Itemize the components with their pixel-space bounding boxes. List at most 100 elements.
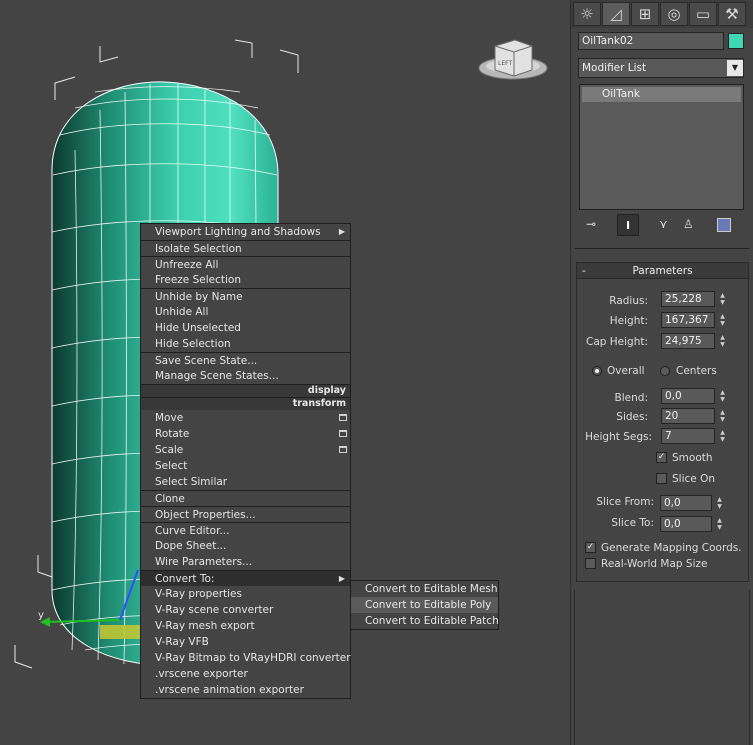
menu-item-freeze-selection[interactable]: Freeze Selection (141, 272, 350, 288)
smooth-checkbox[interactable]: ✓ (656, 452, 667, 463)
radius-input[interactable]: 25,228 (661, 291, 715, 307)
height-label: Height: (609, 315, 648, 327)
rollout-header[interactable]: - Parameters (577, 263, 748, 279)
overall-label: Overall (607, 365, 645, 377)
slice-on-checkbox[interactable] (656, 473, 667, 484)
menu-item-curve-editor[interactable]: Curve Editor... (141, 522, 350, 538)
make-unique-icon[interactable]: ⋎ (659, 217, 668, 231)
menu-item-hide-unselected[interactable]: Hide Unselected (141, 320, 350, 336)
blend-spinner[interactable]: ▲ ▼ (718, 389, 727, 403)
menu-item-scale[interactable]: Scale (141, 442, 350, 458)
menu-item-hide-selection[interactable]: Hide Selection (141, 336, 350, 352)
height-input[interactable]: 167,367 (661, 312, 715, 328)
menu-item-label: Viewport Lighting and Shadows (155, 226, 321, 238)
menu-item-convert-to-editable-poly[interactable]: Convert to Editable Poly (351, 597, 498, 613)
axis-y-label: y (38, 610, 44, 621)
menu-item-label: V-Ray VFB (155, 636, 209, 648)
cap-height-input[interactable]: 24,975 (661, 333, 715, 349)
hierarchy-tab[interactable]: ⊞ (631, 2, 659, 26)
menu-item-label: Select (155, 460, 188, 472)
menu-item-object-properties[interactable]: Object Properties... (141, 506, 350, 522)
menu-item-v-ray-scene-converter[interactable]: V-Ray scene converter (141, 602, 350, 618)
menu-item-unhide-by-name[interactable]: Unhide by Name (141, 288, 350, 304)
menu-item-label: Object Properties... (155, 509, 256, 521)
sides-spinner[interactable]: ▲ ▼ (718, 409, 727, 423)
stack-item-oiltank[interactable]: OilTank (582, 87, 741, 102)
perspective-viewport[interactable]: y LEFT Viewport Lighting and Shadows ▶ Iso… (0, 0, 570, 745)
menu-item-vrscene-animation-exporter[interactable]: .vrscene animation exporter (141, 682, 350, 698)
pin-stack-icon[interactable]: ⊸ (586, 217, 596, 231)
menu-item-unhide-all[interactable]: Unhide All (141, 304, 350, 320)
settings-box-icon[interactable] (339, 430, 347, 437)
menu-item-viewport-lighting-and-shadows[interactable]: Viewport Lighting and Shadows ▶ (141, 224, 350, 240)
motion-icon: ◎ (667, 5, 681, 23)
menu-item-label: Convert To: (155, 573, 215, 585)
utilities-icon: ⚒ (725, 5, 739, 23)
height-segs-spinner[interactable]: ▲ ▼ (718, 429, 727, 443)
menu-item-convert-to-editable-patch[interactable]: Convert to Editable Patch (351, 613, 499, 629)
object-name-field[interactable]: OilTank02 (578, 32, 724, 50)
create-tab[interactable]: ☼ (573, 2, 601, 26)
viewcube[interactable]: LEFT (478, 39, 548, 80)
menu-item-wire-parameters[interactable]: Wire Parameters... (141, 554, 350, 570)
cap-height-label: Cap Height: (585, 336, 648, 348)
svg-text:LEFT: LEFT (498, 60, 512, 67)
menu-item-convert-to[interactable]: Convert To: ▶ (141, 570, 350, 586)
menu-item-convert-to-editable-mesh[interactable]: Convert to Editable Mesh (351, 581, 498, 597)
show-end-result-icon[interactable]: I (617, 214, 639, 236)
menu-item-move[interactable]: Move (141, 410, 350, 426)
real-world-map-size-checkbox[interactable] (585, 558, 596, 569)
remove-modifier-icon[interactable]: ♙ (683, 217, 694, 231)
motion-tab[interactable]: ◎ (660, 2, 688, 26)
menu-item-vrscene-exporter[interactable]: .vrscene exporter (141, 666, 350, 682)
create-icon: ☼ (580, 5, 594, 23)
menu-item-dope-sheet[interactable]: Dope Sheet... (141, 538, 350, 554)
height-segs-input[interactable]: 7 (661, 428, 715, 444)
cap-height-spinner[interactable]: ▲ ▼ (718, 334, 727, 348)
settings-box-icon[interactable] (339, 414, 347, 421)
slice-from-spinner[interactable]: ▲ ▼ (715, 496, 724, 510)
height-spinner[interactable]: ▲ ▼ (718, 313, 727, 327)
radius-spinner[interactable]: ▲ ▼ (718, 292, 727, 306)
command-panel: ☼ ◿ ⊞ ◎ ▭ ⚒ OilTank02 Modifier List ▼ Oi… (570, 0, 753, 745)
menu-item-select-similar[interactable]: Select Similar (141, 474, 350, 490)
menu-item-label: V-Ray Bitmap to VRayHDRI converter (155, 652, 351, 664)
menu-item-v-ray-mesh-export[interactable]: V-Ray mesh export (141, 618, 350, 634)
menu-item-v-ray-bitmap-to-vrayhdri-converter[interactable]: V-Ray Bitmap to VRayHDRI converter (141, 650, 351, 666)
divider (575, 248, 749, 249)
blend-input[interactable]: 0,0 (661, 388, 715, 404)
menu-item-v-ray-vfb[interactable]: V-Ray VFB (141, 634, 350, 650)
menu-item-rotate[interactable]: Rotate (141, 426, 350, 442)
configure-modifier-sets-icon[interactable] (717, 218, 731, 232)
modifier-list-label: Modifier List (582, 62, 647, 74)
sides-input[interactable]: 20 (661, 408, 715, 424)
menu-item-select[interactable]: Select (141, 458, 350, 474)
real-world-map-size-label: Real-World Map Size (601, 558, 708, 570)
modifier-list-dropdown[interactable]: Modifier List ▼ (578, 58, 744, 78)
overall-radio[interactable] (592, 366, 602, 376)
modify-tab[interactable]: ◿ (602, 2, 630, 26)
display-tab[interactable]: ▭ (689, 2, 717, 26)
settings-box-icon[interactable] (339, 446, 347, 453)
menu-item-v-ray-properties[interactable]: V-Ray properties (141, 586, 350, 602)
centers-radio[interactable] (660, 366, 670, 376)
menu-item-manage-scene-states[interactable]: Manage Scene States... (141, 368, 350, 384)
slice-to-spinner[interactable]: ▲ ▼ (715, 517, 724, 531)
menu-item-save-scene-state[interactable]: Save Scene State... (141, 352, 350, 368)
menu-item-isolate-selection[interactable]: Isolate Selection (141, 240, 350, 256)
blend-label: Blend: (614, 392, 648, 404)
utilities-tab[interactable]: ⚒ (718, 2, 746, 26)
menu-item-unfreeze-all[interactable]: Unfreeze All (141, 256, 350, 272)
radius-label: Radius: (609, 295, 648, 307)
slice-to-input[interactable]: 0,0 (660, 516, 712, 532)
chevron-down-icon: ▼ (727, 60, 743, 76)
panel-empty-area (574, 590, 750, 745)
slice-from-input[interactable]: 0,0 (660, 495, 712, 511)
menu-item-clone[interactable]: Clone (141, 490, 350, 506)
modifier-stack: OilTank (579, 84, 744, 210)
menu-item-label: Manage Scene States... (155, 370, 279, 382)
generate-mapping-checkbox[interactable]: ✓ (585, 542, 596, 553)
menu-item-label: Clone (155, 493, 185, 505)
menu-item-label: Rotate (155, 428, 190, 440)
object-color-swatch[interactable] (728, 33, 744, 49)
